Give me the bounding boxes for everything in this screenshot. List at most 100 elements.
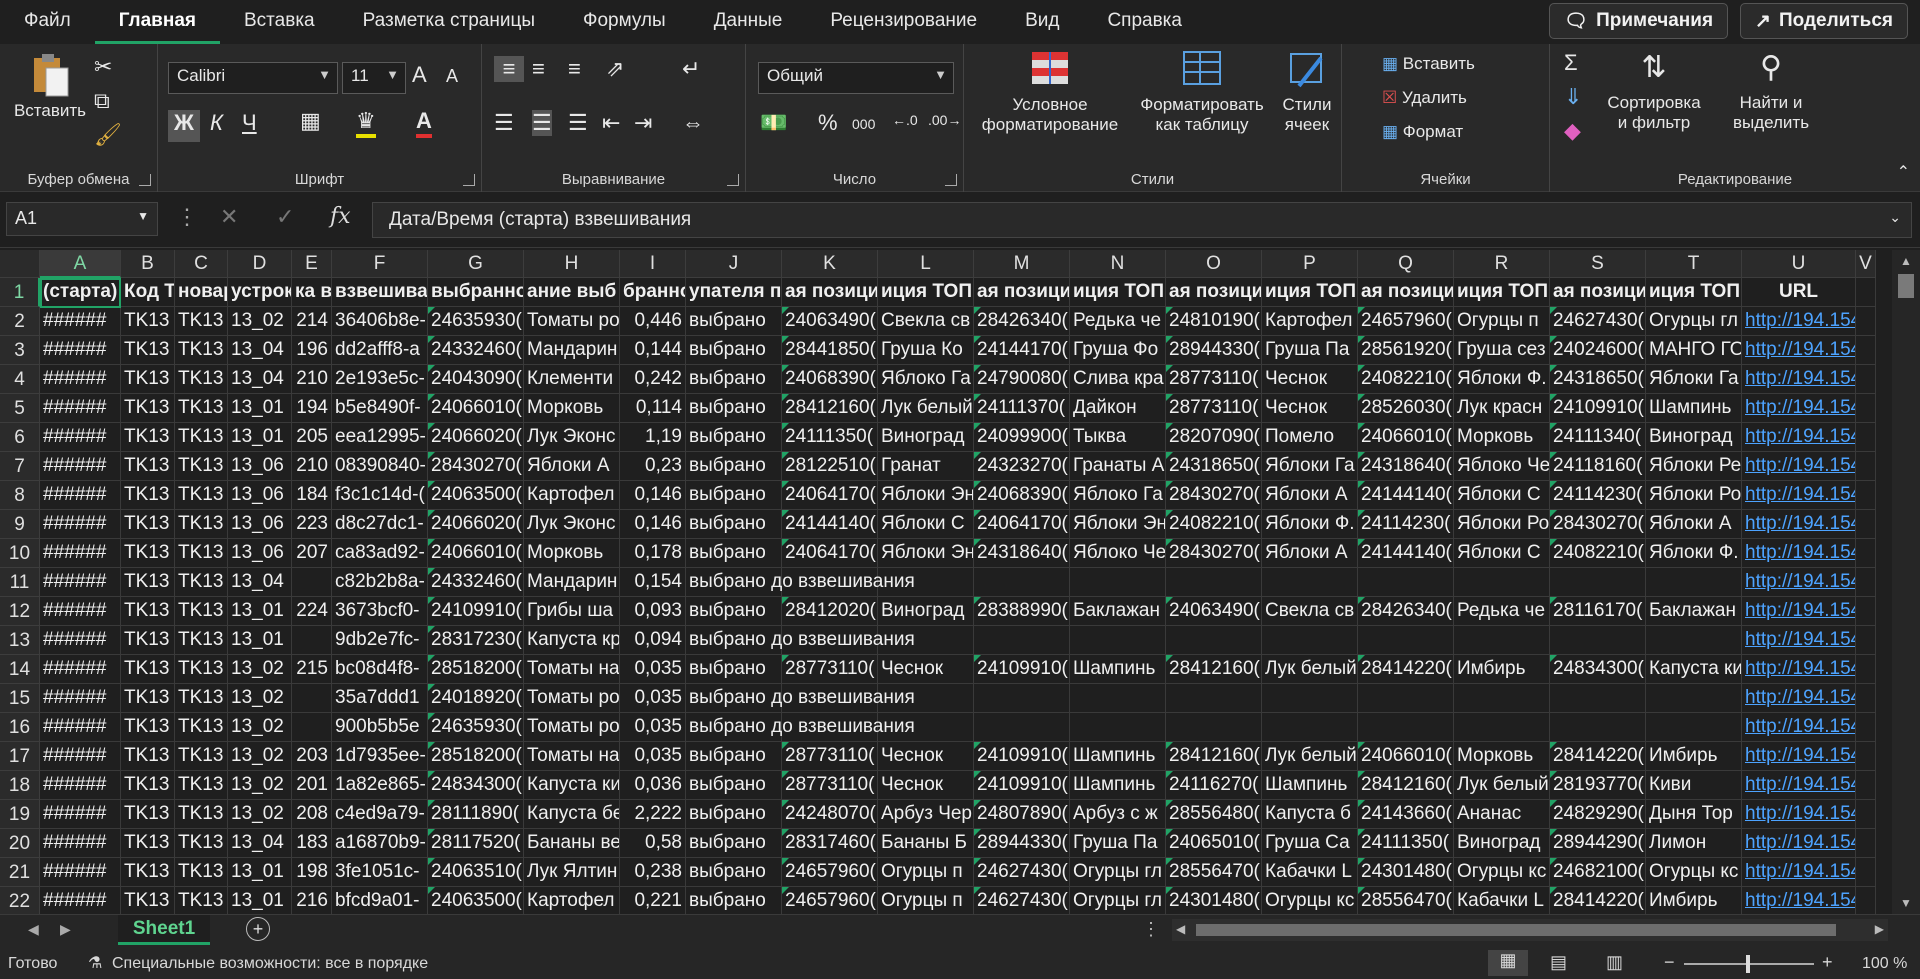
- table-cell[interactable]: [292, 713, 332, 742]
- table-cell[interactable]: 24318650(: [1550, 365, 1646, 394]
- table-cell[interactable]: выбрано до взвешивания: [686, 684, 915, 713]
- table-cell[interactable]: [1856, 307, 1876, 336]
- table-cell[interactable]: TK13: [175, 539, 228, 568]
- table-cell[interactable]: ######: [40, 713, 121, 742]
- row-header[interactable]: 10: [0, 539, 40, 568]
- table-cell[interactable]: Имбирь: [1646, 742, 1742, 771]
- table-cell[interactable]: Редька че: [1070, 307, 1166, 336]
- autosum-icon[interactable]: Σ: [1564, 50, 1578, 76]
- table-cell[interactable]: TK13: [121, 829, 175, 858]
- table-cell[interactable]: 24834300(: [428, 771, 524, 800]
- table-cell[interactable]: TK13: [121, 394, 175, 423]
- table-cell[interactable]: 24109910(: [1550, 394, 1646, 423]
- column-header-g[interactable]: G: [428, 250, 524, 278]
- table-cell[interactable]: Огурцы п: [878, 887, 974, 914]
- header-cell[interactable]: иция ТОП: [1646, 278, 1742, 307]
- table-cell[interactable]: 28944330(: [974, 829, 1070, 858]
- table-cell[interactable]: TK13: [121, 858, 175, 887]
- normal-view-icon[interactable]: ▦: [1488, 950, 1528, 976]
- align-right-icon[interactable]: ☰: [568, 110, 588, 136]
- table-cell[interactable]: Арбуз с ж: [1070, 800, 1166, 829]
- table-cell[interactable]: Кабачки L: [1262, 858, 1358, 887]
- table-cell[interactable]: 24063490(: [782, 307, 878, 336]
- table-cell[interactable]: 28412160(: [1166, 655, 1262, 684]
- table-cell[interactable]: 24064170(: [782, 481, 878, 510]
- row-header[interactable]: 8: [0, 481, 40, 510]
- table-cell[interactable]: Свекла св: [1262, 597, 1358, 626]
- table-cell[interactable]: 28207090(: [1166, 423, 1262, 452]
- zoom-slider[interactable]: [1684, 955, 1814, 973]
- table-cell[interactable]: 28556470(: [1166, 858, 1262, 887]
- table-cell[interactable]: 28518200(: [428, 742, 524, 771]
- table-cell[interactable]: [292, 568, 332, 597]
- table-cell[interactable]: 0,036: [620, 771, 686, 800]
- url-cell[interactable]: http://194.154.8: [1742, 742, 1856, 771]
- table-cell[interactable]: TK13: [175, 394, 228, 423]
- table-cell[interactable]: 0,154: [620, 568, 686, 597]
- table-cell[interactable]: Яблоко Че: [1454, 452, 1550, 481]
- font-color-icon[interactable]: A: [416, 108, 432, 138]
- table-cell[interactable]: TK13: [175, 452, 228, 481]
- table-cell[interactable]: [1550, 684, 1646, 713]
- table-cell[interactable]: [1646, 626, 1742, 655]
- delete-cells-button[interactable]: ☒ Удалить: [1382, 88, 1467, 108]
- table-cell[interactable]: Картофел: [524, 887, 620, 914]
- table-cell[interactable]: [1358, 568, 1454, 597]
- table-cell[interactable]: [974, 684, 1070, 713]
- cell-styles-button[interactable]: Стили ячеек: [1274, 48, 1340, 135]
- table-cell[interactable]: ######: [40, 510, 121, 539]
- table-cell[interactable]: 24301480(: [1358, 858, 1454, 887]
- accounting-format-icon[interactable]: 💵: [760, 110, 787, 136]
- table-cell[interactable]: 2,222: [620, 800, 686, 829]
- table-cell[interactable]: 3fe1051c-: [332, 858, 428, 887]
- table-cell[interactable]: [1856, 452, 1876, 481]
- row-header[interactable]: 13: [0, 626, 40, 655]
- share-button[interactable]: ↗ Поделиться: [1740, 3, 1908, 39]
- table-cell[interactable]: TK13: [121, 626, 175, 655]
- row-header[interactable]: 14: [0, 655, 40, 684]
- table-cell[interactable]: 08390840-: [332, 452, 428, 481]
- table-cell[interactable]: 24063510(: [428, 858, 524, 887]
- horizontal-scroll-thumb[interactable]: [1196, 924, 1836, 936]
- table-cell[interactable]: 214: [292, 307, 332, 336]
- table-cell[interactable]: eea12995-: [332, 423, 428, 452]
- table-cell[interactable]: TK13: [121, 771, 175, 800]
- table-cell[interactable]: Огурцы п: [878, 858, 974, 887]
- column-header-e[interactable]: E: [292, 250, 332, 278]
- vertical-scrollbar[interactable]: ▲ ▼: [1892, 250, 1920, 914]
- table-cell[interactable]: 0,035: [620, 655, 686, 684]
- column-header-v[interactable]: V: [1856, 250, 1876, 278]
- table-cell[interactable]: 24109910(: [974, 771, 1070, 800]
- align-middle-icon[interactable]: ≡: [532, 56, 545, 82]
- table-cell[interactable]: ######: [40, 307, 121, 336]
- table-cell[interactable]: [1550, 713, 1646, 742]
- header-cell[interactable]: устрок: [228, 278, 292, 307]
- table-cell[interactable]: [1856, 365, 1876, 394]
- table-cell[interactable]: Чеснок: [878, 771, 974, 800]
- row-header[interactable]: 22: [0, 887, 40, 914]
- url-cell[interactable]: http://194.154.8: [1742, 336, 1856, 365]
- table-cell[interactable]: Груша сез: [1454, 336, 1550, 365]
- row-header[interactable]: 6: [0, 423, 40, 452]
- table-cell[interactable]: 28414220(: [1550, 887, 1646, 914]
- table-cell[interactable]: [1070, 684, 1166, 713]
- font-launcher[interactable]: [463, 174, 475, 186]
- sheet-options-icon[interactable]: ⋮: [1142, 919, 1160, 940]
- decrease-decimal-icon[interactable]: .00→: [928, 112, 961, 128]
- align-left-icon[interactable]: ☰: [494, 110, 514, 136]
- table-cell[interactable]: TK13: [121, 365, 175, 394]
- table-cell[interactable]: Клементи: [524, 365, 620, 394]
- table-cell[interactable]: 36406b8e-: [332, 307, 428, 336]
- table-cell[interactable]: Чеснок: [1262, 394, 1358, 423]
- header-cell[interactable]: ание выб: [524, 278, 620, 307]
- column-header-c[interactable]: C: [175, 250, 228, 278]
- table-cell[interactable]: 13_06: [228, 539, 292, 568]
- row-header[interactable]: 5: [0, 394, 40, 423]
- table-cell[interactable]: Груша Ко: [878, 336, 974, 365]
- next-sheet-icon[interactable]: ▶: [60, 921, 71, 938]
- align-bottom-icon[interactable]: ≡: [568, 56, 581, 82]
- url-cell[interactable]: http://194.154.8: [1742, 858, 1856, 887]
- column-header-t[interactable]: T: [1646, 250, 1742, 278]
- url-cell[interactable]: http://194.154.8: [1742, 713, 1856, 742]
- table-cell[interactable]: Шампинь: [1646, 394, 1742, 423]
